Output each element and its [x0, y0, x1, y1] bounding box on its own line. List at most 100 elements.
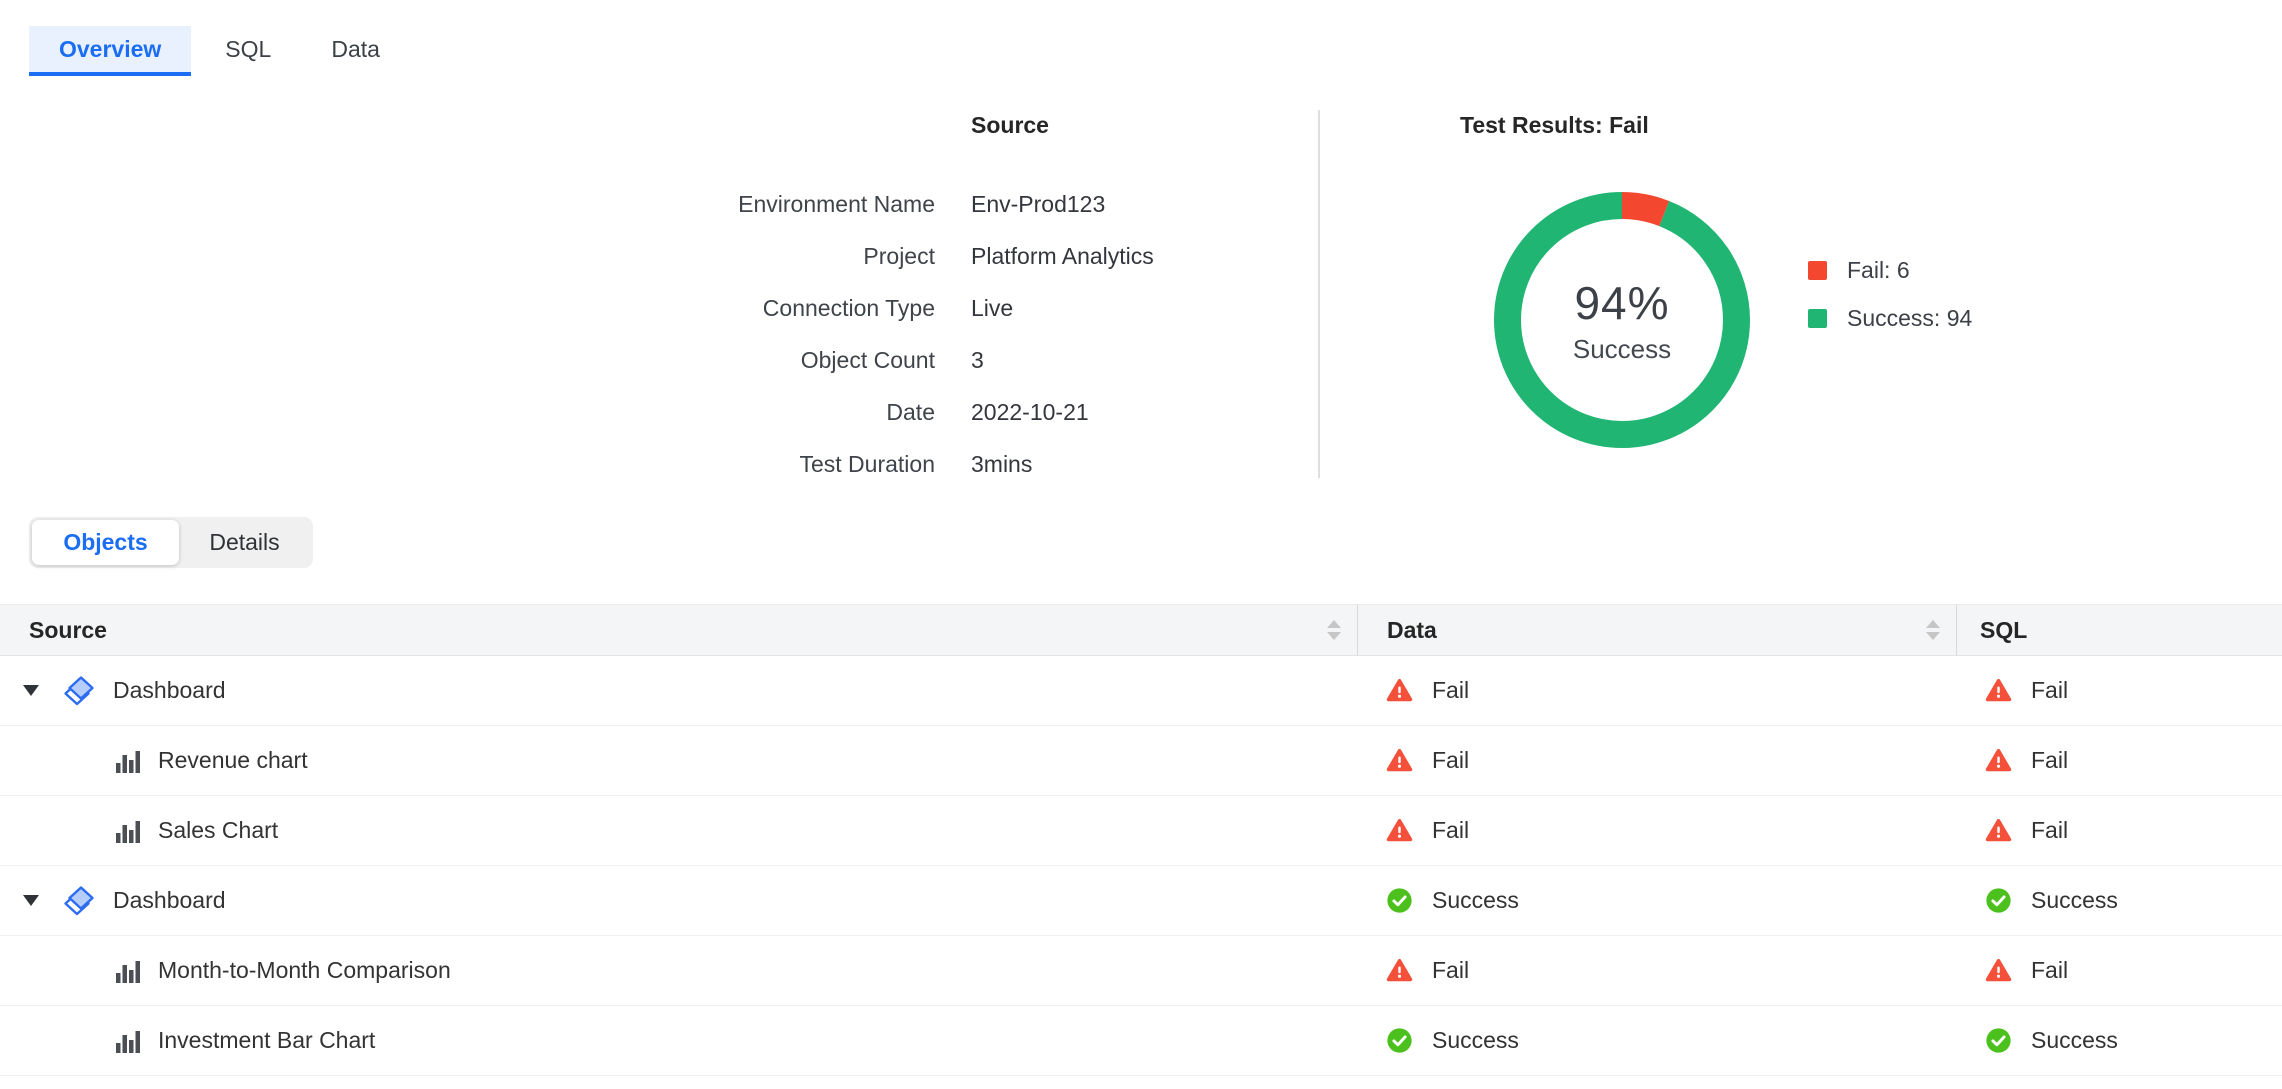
success-check-icon [1386, 1027, 1413, 1054]
donut-center-label: Success [1573, 334, 1671, 365]
dashboard-icon [63, 885, 95, 917]
table-row[interactable]: Dashboard Success [0, 866, 2282, 936]
status-icon [1985, 1027, 2012, 1054]
status-text: Success [1432, 1027, 1519, 1054]
legend-swatch [1808, 309, 1827, 328]
fail-warning-icon [1386, 677, 1413, 704]
data-status-cell: Fail [1358, 796, 1957, 865]
sql-status-cell: Fail [1957, 726, 2282, 795]
field-label: Connection Type [400, 282, 935, 334]
results-table: Source Data SQL Dashboard [0, 604, 2282, 1076]
vertical-divider [1318, 110, 1320, 478]
status-text: Success [2031, 887, 2118, 914]
field-label: Object Count [400, 334, 935, 386]
column-header-label: Source [29, 617, 107, 644]
sort-icon[interactable] [1327, 620, 1341, 640]
tab-bar: Overview SQL Data [29, 26, 406, 73]
fail-warning-icon [1985, 677, 2012, 704]
column-header-sql[interactable]: SQL [1957, 605, 2282, 655]
table-row[interactable]: Month-to-Month Comparison Fail [0, 936, 2282, 1006]
source-fields: Environment Name Env-Prod123 Project Pla… [400, 178, 1154, 490]
donut-center: 94% Success [1494, 192, 1750, 448]
column-header-data[interactable]: Data [1358, 605, 1957, 655]
status-icon [1386, 887, 1413, 914]
bar-chart-icon [113, 1027, 141, 1055]
table-row[interactable]: Dashboard Fail [0, 656, 2282, 726]
status-icon [1985, 887, 2012, 914]
status-icon [1386, 1027, 1413, 1054]
fail-warning-icon [1985, 957, 2012, 984]
table-row[interactable]: Sales Chart Fail [0, 796, 2282, 866]
source-cell: Investment Bar Chart [0, 1006, 1358, 1075]
table-row[interactable]: Revenue chart Fail [0, 726, 2282, 796]
field-value: Env-Prod123 [971, 178, 1154, 230]
status-text: Success [1432, 887, 1519, 914]
source-cell: Month-to-Month Comparison [0, 936, 1358, 1005]
source-cell: Dashboard [0, 866, 1358, 935]
page: { "colors": { "accent": "#1b6ef3", "acce… [0, 0, 2282, 1089]
donut-chart: 94% Success [1494, 192, 1750, 448]
status-text: Fail [1432, 817, 1469, 844]
tab-overview[interactable]: Overview [29, 26, 191, 73]
field-label: Test Duration [400, 438, 935, 490]
field-value: Live [971, 282, 1154, 334]
field-value: 2022-10-21 [971, 386, 1154, 438]
chart-legend: Fail: 6 Success: 94 [1808, 258, 1972, 331]
data-status-cell: Fail [1358, 726, 1957, 795]
status-icon [1985, 957, 2012, 984]
sql-status-cell: Success [1957, 1006, 2282, 1075]
sql-status-cell: Fail [1957, 796, 2282, 865]
column-header-label: Data [1387, 617, 1437, 644]
tab-data[interactable]: Data [305, 26, 406, 73]
sql-status-cell: Fail [1957, 936, 2282, 1005]
bar-chart-icon [113, 817, 141, 845]
table-header: Source Data SQL [0, 604, 2282, 656]
source-cell: Sales Chart [0, 796, 1358, 865]
tab-sql[interactable]: SQL [199, 26, 297, 73]
status-icon [1386, 747, 1413, 774]
field-label: Date [400, 386, 935, 438]
legend-item: Success: 94 [1808, 306, 1972, 331]
view-toggle: Objects Details [29, 517, 313, 568]
source-cell: Dashboard [0, 656, 1358, 725]
table-row[interactable]: Investment Bar Chart Success [0, 1006, 2282, 1076]
legend-label: Success: 94 [1847, 305, 1972, 332]
sort-icon[interactable] [1926, 620, 1940, 640]
fail-warning-icon [1386, 957, 1413, 984]
status-icon [1386, 957, 1413, 984]
data-status-cell: Success [1358, 866, 1957, 935]
status-text: Fail [2031, 677, 2068, 704]
column-header-source[interactable]: Source [0, 605, 1358, 655]
legend-swatch [1808, 261, 1827, 280]
donut-percentage: 94% [1574, 276, 1669, 330]
status-text: Fail [1432, 747, 1469, 774]
status-text: Fail [1432, 957, 1469, 984]
status-text: Fail [2031, 747, 2068, 774]
sql-status-cell: Success [1957, 866, 2282, 935]
dashboard-icon [63, 675, 95, 707]
status-text: Fail [2031, 817, 2068, 844]
tab-label: Data [331, 36, 380, 63]
status-text: Success [2031, 1027, 2118, 1054]
success-check-icon [1985, 1027, 2012, 1054]
source-name: Dashboard [113, 887, 226, 914]
segment-label: Details [209, 529, 279, 556]
legend-label: Fail: 6 [1847, 257, 1910, 284]
fail-warning-icon [1386, 747, 1413, 774]
fail-warning-icon [1985, 747, 2012, 774]
field-label: Project [400, 230, 935, 282]
status-icon [1985, 677, 2012, 704]
source-name: Dashboard [113, 677, 226, 704]
test-results-title: Test Results: Fail [1460, 112, 1649, 139]
toggle-objects[interactable]: Objects [32, 520, 179, 565]
status-text: Fail [1432, 677, 1469, 704]
source-name: Revenue chart [158, 747, 308, 774]
source-name: Sales Chart [158, 817, 278, 844]
success-check-icon [1985, 887, 2012, 914]
expander-caret-icon[interactable] [23, 685, 39, 696]
status-icon [1386, 677, 1413, 704]
fail-warning-icon [1985, 817, 2012, 844]
field-value: 3 [971, 334, 1154, 386]
toggle-details[interactable]: Details [179, 520, 310, 565]
expander-caret-icon[interactable] [23, 895, 39, 906]
